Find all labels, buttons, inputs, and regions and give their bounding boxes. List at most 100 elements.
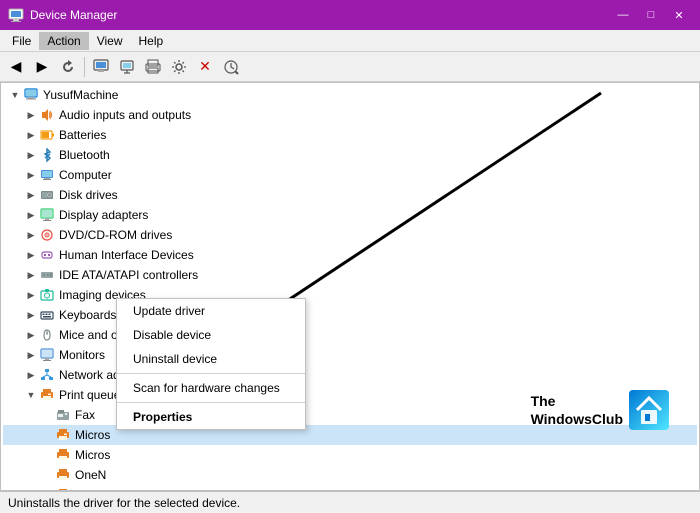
properties-label: Properties <box>133 410 192 424</box>
tree-monitors[interactable]: ▶ Monitors <box>3 345 697 365</box>
disable-device-label: Disable device <box>133 328 211 342</box>
expand-monitors[interactable]: ▶ <box>23 347 39 363</box>
tree-keyboards[interactable]: ▶ Keyboards <box>3 305 697 325</box>
tree-onenote[interactable]: ▶ OneN <box>3 465 697 485</box>
tree-ide[interactable]: ▶ IDE ATA/ATAPI controllers <box>3 265 697 285</box>
ide-label: IDE ATA/ATAPI controllers <box>59 268 198 282</box>
uninstall-device-label: Uninstall device <box>133 352 217 366</box>
display-icon <box>39 207 55 223</box>
expand-hid[interactable]: ▶ <box>23 247 39 263</box>
tree-ms-xps[interactable]: ▶ Micros <box>3 445 697 465</box>
disk-label: Disk drives <box>59 188 118 202</box>
status-bar: Uninstalls the driver for the selected d… <box>0 491 700 513</box>
printer-pdf-icon <box>55 427 71 443</box>
expand-disk[interactable]: ▶ <box>23 187 39 203</box>
toolbar-forward[interactable]: ▶ <box>30 55 54 79</box>
main-content: ▼ YusufMachine ▶ Audio in <box>0 82 700 491</box>
fax-icon <box>55 407 71 423</box>
computer-icon <box>23 87 39 103</box>
toolbar-print[interactable] <box>141 55 165 79</box>
tree-hid[interactable]: ▶ Human Interface Devices <box>3 245 697 265</box>
ms-print-pdf-label: Micros <box>75 428 110 442</box>
title-bar-controls: — □ ✕ <box>610 5 692 25</box>
dvd-icon <box>39 227 55 243</box>
title-bar-icon <box>8 7 24 23</box>
toolbar-display-devices[interactable] <box>115 55 139 79</box>
mice-icon <box>39 327 55 343</box>
audio-icon <box>39 107 55 123</box>
brand-text: The WindowsClub <box>531 392 623 428</box>
tree-batteries[interactable]: ▶ Batteries <box>3 125 697 145</box>
tree-bluetooth[interactable]: ▶ Bluetooth <box>3 145 697 165</box>
printer-xps-icon <box>55 447 71 463</box>
toolbar-remove[interactable]: ✕ <box>193 55 217 79</box>
maximize-button[interactable]: □ <box>638 5 664 25</box>
root-print-label: Root <box>75 488 100 490</box>
expand-icon[interactable]: ▼ <box>7 87 23 103</box>
network-icon <box>39 367 55 383</box>
monitors-label: Monitors <box>59 348 105 362</box>
menu-view[interactable]: View <box>89 32 131 50</box>
expand-keyboards[interactable]: ▶ <box>23 307 39 323</box>
close-button[interactable]: ✕ <box>666 5 692 25</box>
expand-mice[interactable]: ▶ <box>23 327 39 343</box>
batteries-label: Batteries <box>59 128 106 142</box>
expand-audio[interactable]: ▶ <box>23 107 39 123</box>
context-update-driver[interactable]: Update driver <box>117 299 305 323</box>
expand-display[interactable]: ▶ <box>23 207 39 223</box>
expand-batteries[interactable]: ▶ <box>23 127 39 143</box>
context-uninstall-device[interactable]: Uninstall device <box>117 347 305 371</box>
tree-imaging[interactable]: ▶ Imaging devices <box>3 285 697 305</box>
brand-line2: WindowsClub <box>531 411 623 427</box>
minimize-button[interactable]: — <box>610 5 636 25</box>
menu-help[interactable]: Help <box>131 32 172 50</box>
status-text: Uninstalls the driver for the selected d… <box>8 496 240 510</box>
context-disable-device[interactable]: Disable device <box>117 323 305 347</box>
tree-display[interactable]: ▶ Display adapters <box>3 205 697 225</box>
computer-cat-icon <box>39 167 55 183</box>
tree-dvd[interactable]: ▶ DVD/CD-ROM drives <box>3 225 697 245</box>
battery-icon <box>39 127 55 143</box>
expand-imaging[interactable]: ▶ <box>23 287 39 303</box>
root-label: YusufMachine <box>43 88 118 102</box>
printer-onenote-icon <box>55 467 71 483</box>
expand-dvd[interactable]: ▶ <box>23 227 39 243</box>
tree-disk[interactable]: ▶ Disk drives <box>3 185 697 205</box>
context-properties[interactable]: Properties <box>117 405 305 429</box>
toolbar-properties[interactable] <box>89 55 113 79</box>
imaging-icon <box>39 287 55 303</box>
toolbar-refresh[interactable] <box>56 55 80 79</box>
ide-icon <box>39 267 55 283</box>
tree-root-print[interactable]: ▶ Root <box>3 485 697 490</box>
toolbar-back[interactable]: ◀ <box>4 55 28 79</box>
scan-hardware-label: Scan for hardware changes <box>133 381 280 395</box>
tree-computer[interactable]: ▶ Computer <box>3 165 697 185</box>
expand-computer[interactable]: ▶ <box>23 167 39 183</box>
toolbar-scan[interactable] <box>219 55 243 79</box>
context-separator-1 <box>117 373 305 374</box>
menu-file[interactable]: File <box>4 32 39 50</box>
tree-audio[interactable]: ▶ Audio inputs and outputs <box>3 105 697 125</box>
printer-root-icon <box>55 487 71 490</box>
display-label: Display adapters <box>59 208 148 222</box>
monitor-icon <box>39 347 55 363</box>
expand-bluetooth[interactable]: ▶ <box>23 147 39 163</box>
expand-print[interactable]: ▼ <box>23 387 39 403</box>
tree-mice[interactable]: ▶ Mice and other pointing devices <box>3 325 697 345</box>
expand-network[interactable]: ▶ <box>23 367 39 383</box>
keyboards-label: Keyboards <box>59 308 116 322</box>
fax-label: Fax <box>75 408 95 422</box>
expand-ide[interactable]: ▶ <box>23 267 39 283</box>
tree-network[interactable]: ▶ Network adapters <box>3 365 697 385</box>
bluetooth-icon <box>39 147 55 163</box>
title-bar: Device Manager — □ ✕ <box>0 0 700 30</box>
toolbar-settings[interactable] <box>167 55 191 79</box>
keyboard-icon <box>39 307 55 323</box>
hid-label: Human Interface Devices <box>59 248 194 262</box>
menu-bar: File Action View Help <box>0 30 700 52</box>
menu-action[interactable]: Action <box>39 32 88 50</box>
onenote-label: OneN <box>75 468 106 482</box>
tree-root[interactable]: ▼ YusufMachine <box>3 85 697 105</box>
brand-line1: The <box>531 393 556 409</box>
context-scan-hardware[interactable]: Scan for hardware changes <box>117 376 305 400</box>
